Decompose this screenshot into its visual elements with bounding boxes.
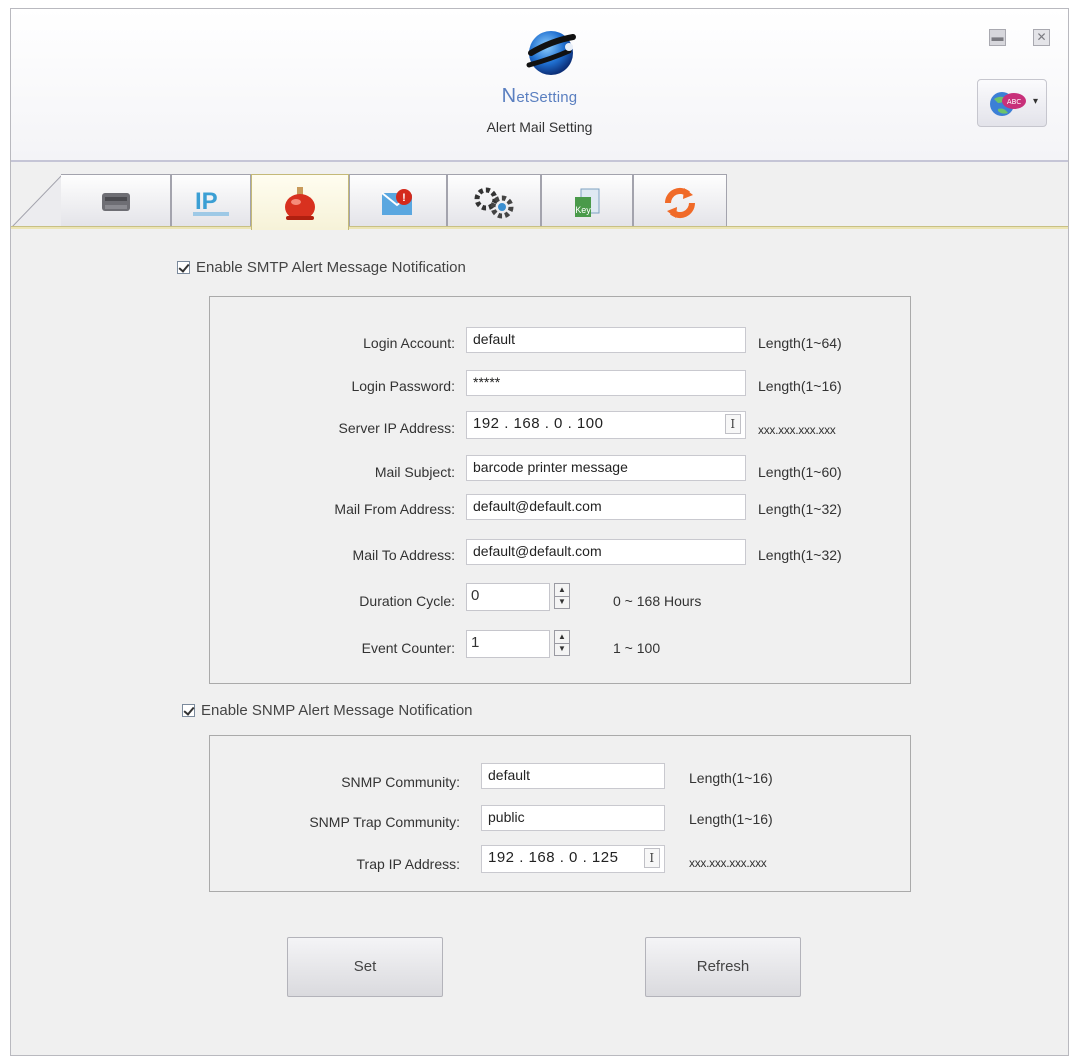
tab-mail-alert[interactable]: ! xyxy=(349,174,447,228)
snmp-community-input[interactable]: default xyxy=(481,763,665,789)
trap-ip-input[interactable]: 192 . 168 . 0 . 125 I xyxy=(481,845,665,873)
login-account-input[interactable]: default xyxy=(466,327,746,353)
login-password-hint: Length(1~16) xyxy=(758,378,842,394)
tab-bar: IP ! Key xyxy=(11,162,1068,230)
mail-alert-icon: ! xyxy=(381,189,413,215)
key-document-icon: Key xyxy=(575,188,600,217)
svg-text:Key: Key xyxy=(575,205,591,215)
brand-name: NetSetting xyxy=(501,85,578,107)
login-account-label: Login Account: xyxy=(363,335,455,351)
mail-from-label: Mail From Address: xyxy=(334,501,455,517)
mail-from-hint: Length(1~32) xyxy=(758,501,842,517)
server-ip-value: 192 . 168 . 0 . 100 xyxy=(473,415,604,432)
server-ip-input[interactable]: 192 . 168 . 0 . 100 I xyxy=(466,411,746,439)
snmp-trap-community-hint: Length(1~16) xyxy=(689,811,773,827)
duration-cycle-label: Duration Cycle: xyxy=(359,593,455,609)
snmp-settings-group: SNMP Community: default Length(1~16) SNM… xyxy=(209,735,911,892)
login-account-hint: Length(1~64) xyxy=(758,335,842,351)
event-counter-input[interactable]: 1 xyxy=(466,630,550,658)
server-ip-hint: xxx.xxx.xxx.xxx xyxy=(758,423,836,437)
mail-subject-label: Mail Subject: xyxy=(374,464,455,480)
refresh-button[interactable]: Refresh xyxy=(645,937,801,997)
checkbox-checked-icon xyxy=(177,261,190,274)
event-counter-arrows: ▲ ▼ xyxy=(554,630,570,656)
refresh-arrows-icon xyxy=(664,187,696,219)
tab-ip-network[interactable]: IP xyxy=(171,174,251,228)
checkbox-checked-icon xyxy=(182,704,195,717)
event-counter-hint: 1 ~ 100 xyxy=(613,640,661,656)
netsetting-window: NetSetting Alert Mail Setting ▬ ✕ ABC ▾ xyxy=(10,8,1069,1056)
alert-beacon-icon xyxy=(285,187,315,220)
minimize-button[interactable]: ▬ xyxy=(989,29,1006,46)
snmp-enable-checkbox[interactable]: Enable SNMP Alert Message Notification xyxy=(182,702,473,719)
duration-cycle-arrows: ▲ ▼ xyxy=(554,583,570,609)
set-button[interactable]: Set xyxy=(287,937,443,997)
chevron-down-icon: ▾ xyxy=(1033,96,1039,107)
header: NetSetting Alert Mail Setting ▬ ✕ ABC ▾ xyxy=(11,9,1068,162)
snmp-trap-community-label: SNMP Trap Community: xyxy=(309,814,460,830)
mail-subject-hint: Length(1~60) xyxy=(758,464,842,480)
mail-from-input[interactable]: default@default.com xyxy=(466,494,746,520)
spin-down-icon[interactable]: ▼ xyxy=(555,596,569,608)
tab-alert[interactable] xyxy=(251,174,349,230)
tab-gears[interactable] xyxy=(447,174,541,228)
snmp-enable-label: Enable SNMP Alert Message Notification xyxy=(201,702,473,719)
snmp-community-hint: Length(1~16) xyxy=(689,770,773,786)
smtp-enable-label: Enable SMTP Alert Message Notification xyxy=(196,259,466,276)
tab-refresh[interactable] xyxy=(633,174,727,228)
snmp-community-label: SNMP Community: xyxy=(341,774,460,790)
duration-cycle-hint: 0 ~ 168 Hours xyxy=(613,593,702,609)
mail-to-input[interactable]: default@default.com xyxy=(466,539,746,565)
netsetting-globe-logo xyxy=(526,31,576,75)
tab-key-document[interactable]: Key xyxy=(541,174,633,228)
login-password-label: Login Password: xyxy=(351,378,455,394)
mail-subject-input[interactable]: barcode printer message xyxy=(466,455,746,481)
smtp-settings-group: Login Account: default Length(1~64) Logi… xyxy=(209,296,911,684)
svg-text:ABC: ABC xyxy=(1007,98,1021,106)
close-button[interactable]: ✕ xyxy=(1033,29,1050,46)
spin-down-icon[interactable]: ▼ xyxy=(555,643,569,655)
page-title: Alert Mail Setting xyxy=(486,119,593,135)
svg-text:IP: IP xyxy=(195,188,218,215)
tab-underline xyxy=(11,226,1068,229)
gears-icon xyxy=(474,187,514,219)
ip-cursor-icon[interactable]: I xyxy=(725,414,741,434)
ip-network-icon: IP xyxy=(193,188,229,216)
ip-cursor-icon[interactable]: I xyxy=(644,848,660,868)
mail-to-hint: Length(1~32) xyxy=(758,547,842,563)
globe-abc-icon: ABC xyxy=(990,92,1026,116)
event-counter-label: Event Counter: xyxy=(361,640,455,656)
trap-ip-value: 192 . 168 . 0 . 125 xyxy=(488,849,619,866)
tab-printer[interactable] xyxy=(61,174,171,228)
trap-ip-hint: xxx.xxx.xxx.xxx xyxy=(689,856,767,870)
duration-cycle-input[interactable]: 0 xyxy=(466,583,550,611)
login-password-input[interactable]: ***** xyxy=(466,370,746,396)
server-ip-label: Server IP Address: xyxy=(338,420,455,436)
svg-text:!: ! xyxy=(402,192,406,204)
mail-to-label: Mail To Address: xyxy=(352,547,455,563)
snmp-trap-community-input[interactable]: public xyxy=(481,805,665,831)
trap-ip-label: Trap IP Address: xyxy=(356,856,461,872)
printer-icon xyxy=(101,193,130,211)
smtp-enable-checkbox[interactable]: Enable SMTP Alert Message Notification xyxy=(177,259,466,276)
language-dropdown-button[interactable]: ABC ▾ xyxy=(977,79,1047,127)
